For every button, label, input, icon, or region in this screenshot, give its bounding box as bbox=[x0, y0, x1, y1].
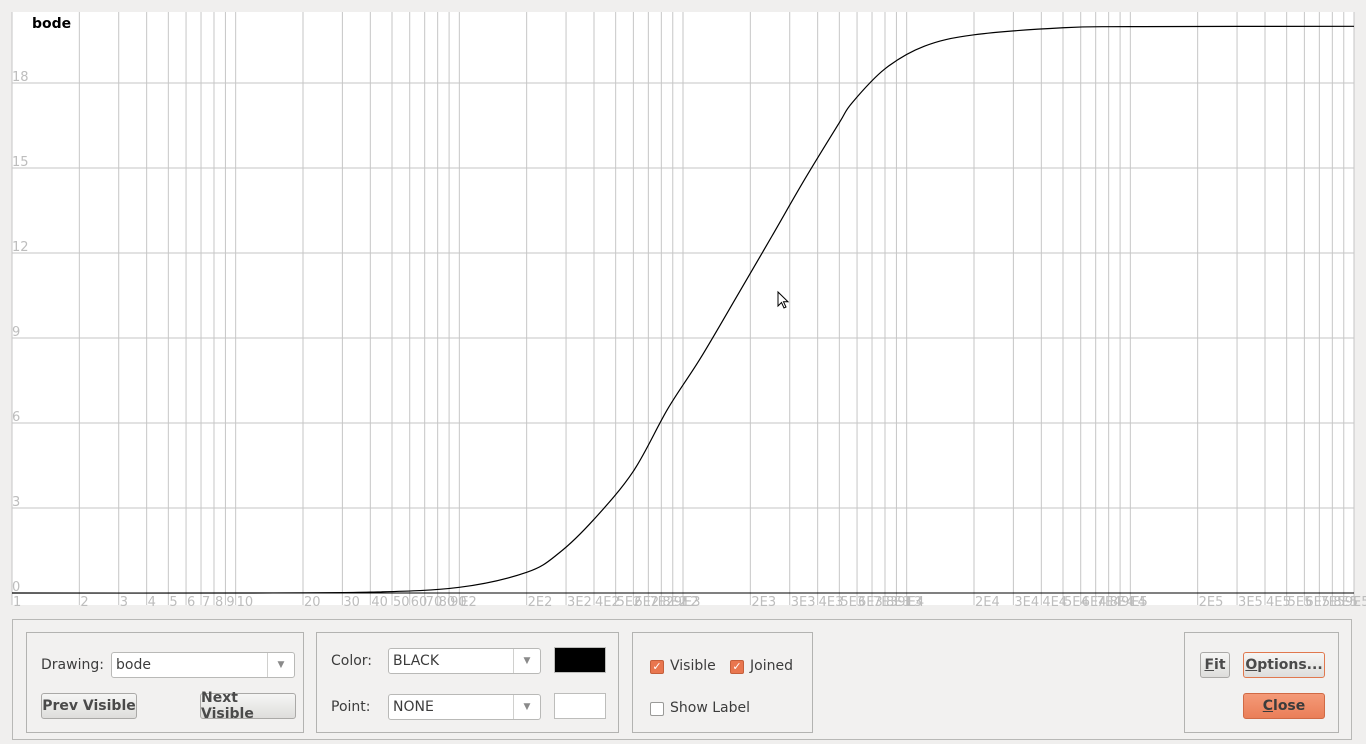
x-tick-label: 5 bbox=[169, 595, 177, 610]
x-tick-label: 3E5 bbox=[1238, 595, 1263, 610]
x-tick-label: 10 bbox=[237, 595, 254, 610]
color-swatch[interactable] bbox=[554, 647, 606, 673]
x-tick-label: 40 bbox=[371, 595, 388, 610]
x-tick-label: 30 bbox=[343, 595, 360, 610]
x-tick-label: 3E2 bbox=[567, 595, 592, 610]
x-tick-label: 6 bbox=[187, 595, 195, 610]
options-button[interactable]: Options... bbox=[1243, 652, 1325, 678]
x-tick-label: 3 bbox=[120, 595, 128, 610]
x-tick-label: 20 bbox=[304, 595, 321, 610]
options-mnemonic: O bbox=[1245, 657, 1258, 673]
close-button[interactable]: Close bbox=[1243, 693, 1325, 719]
x-tick-label: 9E5 bbox=[1345, 595, 1366, 610]
checkmark-icon: ✓ bbox=[732, 660, 742, 673]
chevron-down-icon[interactable]: ▼ bbox=[513, 649, 540, 673]
joined-label[interactable]: Joined bbox=[750, 658, 793, 674]
y-tick-label: 12 bbox=[12, 240, 29, 255]
color-label: Color: bbox=[331, 653, 373, 669]
y-tick-label: 15 bbox=[12, 155, 29, 170]
next-visible-button[interactable]: Next Visible bbox=[200, 690, 296, 722]
fit-mnemonic: F bbox=[1204, 657, 1215, 673]
chevron-down-icon[interactable]: ▼ bbox=[513, 695, 540, 719]
x-tick-label: 50 bbox=[393, 595, 410, 610]
x-tick-label: E2 bbox=[460, 595, 477, 610]
x-tick-label: 9 bbox=[226, 595, 234, 610]
show-label-label[interactable]: Show Label bbox=[670, 700, 750, 716]
close-mnemonic: C bbox=[1262, 698, 1274, 714]
point-label: Point: bbox=[331, 699, 371, 715]
y-tick-label: 6 bbox=[12, 410, 20, 425]
bode-plot[interactable]: 1 2 3 4 5 6 7 8 9 10 20 30 40 50 60708090E2 2E2 3E2 4E25E… bbox=[0, 0, 1366, 612]
actions-group: Fit Options... Close bbox=[1184, 632, 1339, 733]
y-tick-label: 18 bbox=[12, 70, 29, 85]
x-tick-label: E4 bbox=[908, 595, 925, 610]
joined-checkbox[interactable]: ✓ bbox=[730, 660, 744, 674]
drawing-value: bode bbox=[116, 657, 151, 673]
chevron-down-icon[interactable]: ▼ bbox=[267, 653, 294, 677]
show-label-checkbox[interactable] bbox=[650, 702, 664, 716]
prev-visible-button[interactable]: Prev Visible bbox=[41, 693, 137, 719]
visibility-group: ✓ Visible ✓ Joined Show Label bbox=[632, 632, 813, 733]
x-tick-label: 2E5 bbox=[1199, 595, 1224, 610]
x-tick-label: 3E3 bbox=[791, 595, 816, 610]
x-tick-label: 2E3 bbox=[751, 595, 776, 610]
point-swatch[interactable] bbox=[554, 693, 606, 719]
x-tick-label: 8 bbox=[215, 595, 223, 610]
style-group: Color: BLACK ▼ Point: NONE ▼ bbox=[316, 632, 619, 733]
x-tick-label: 2E2 bbox=[528, 595, 553, 610]
x-tick-label: E5 bbox=[1131, 595, 1148, 610]
visible-label[interactable]: Visible bbox=[670, 658, 716, 674]
x-tick-label: 1 bbox=[13, 595, 21, 610]
y-tick-label: 9 bbox=[12, 325, 20, 340]
x-tick-label: 4 bbox=[148, 595, 156, 610]
x-tick-label: 7 bbox=[202, 595, 210, 610]
visible-checkbox[interactable]: ✓ bbox=[650, 660, 664, 674]
fit-button[interactable]: Fit bbox=[1200, 652, 1230, 678]
drawing-group: Drawing: bode ▼ Prev Visible Next Visibl… bbox=[26, 632, 304, 733]
x-tick-label: 2E4 bbox=[975, 595, 1000, 610]
drawing-label: Drawing: bbox=[41, 657, 104, 673]
fit-label: it bbox=[1214, 657, 1226, 673]
drawing-select[interactable]: bode ▼ bbox=[111, 652, 295, 678]
checkmark-icon: ✓ bbox=[652, 660, 662, 673]
point-select[interactable]: NONE ▼ bbox=[388, 694, 541, 720]
point-value: NONE bbox=[393, 699, 434, 715]
settings-panel: Drawing: bode ▼ Prev Visible Next Visibl… bbox=[12, 619, 1352, 740]
x-tick-label: E3 bbox=[684, 595, 701, 610]
color-select[interactable]: BLACK ▼ bbox=[388, 648, 541, 674]
close-label: lose bbox=[1273, 698, 1306, 714]
options-label: ptions... bbox=[1257, 657, 1323, 673]
x-tick-label: 2 bbox=[80, 595, 88, 610]
chart-title: bode bbox=[32, 16, 71, 32]
y-tick-label: 3 bbox=[12, 495, 20, 510]
x-tick-label: 3E4 bbox=[1014, 595, 1039, 610]
color-value: BLACK bbox=[393, 653, 440, 669]
